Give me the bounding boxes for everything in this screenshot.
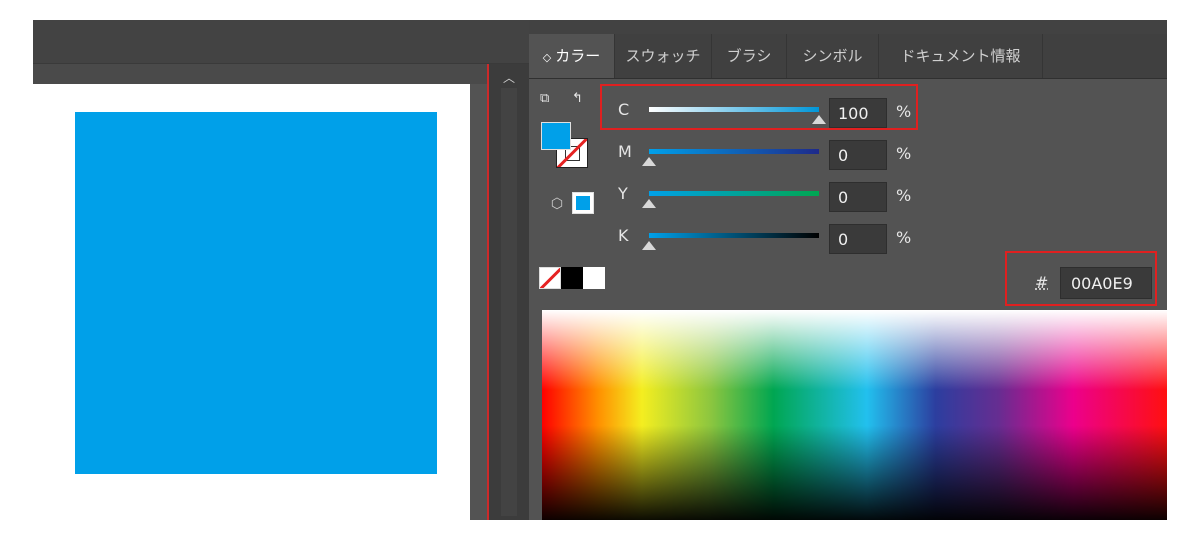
yellow-slider-thumb[interactable] — [642, 199, 656, 208]
magenta-slider-track[interactable] — [649, 149, 819, 154]
magenta-unit: % — [896, 144, 912, 163]
panel-tab-bar: ◇ カラー スウォッチ ブラシ シンボル ドキュメント情報 — [529, 34, 1167, 79]
magenta-value-input[interactable]: 0 — [829, 140, 887, 170]
black-unit: % — [896, 228, 912, 247]
slider-label-magenta: M — [618, 142, 632, 161]
color-spectrum-ramp[interactable] — [542, 310, 1167, 520]
tab-brushes[interactable]: ブラシ — [712, 34, 787, 78]
panel-header-strip — [529, 20, 1167, 34]
hex-highlight — [1005, 251, 1157, 306]
scrollbar-track[interactable] — [501, 88, 517, 516]
fill-indicator[interactable] — [541, 122, 571, 150]
black-value-input[interactable]: 0 — [829, 224, 887, 254]
slider-label-yellow: Y — [618, 184, 628, 203]
yellow-value-input[interactable]: 0 — [829, 182, 887, 212]
ruler — [33, 64, 489, 84]
color-panel: ◇ カラー スウォッチ ブラシ シンボル ドキュメント情報 ⧉ ↰ ⬡ C 100… — [529, 20, 1167, 520]
slider-label-black: K — [618, 226, 629, 245]
tab-symbols[interactable]: シンボル — [787, 34, 879, 78]
black-slider-thumb[interactable] — [642, 241, 656, 250]
black-slider-track[interactable] — [649, 233, 819, 238]
last-color-swatch-fill — [576, 196, 590, 210]
cyan-row-highlight — [600, 84, 918, 130]
magenta-slider-thumb[interactable] — [642, 157, 656, 166]
last-color-swatch[interactable] — [572, 192, 594, 214]
panel-options-chevron-icon[interactable]: ◇ — [543, 51, 551, 64]
white-swatch[interactable] — [583, 267, 605, 289]
swap-icon[interactable]: ↰ — [572, 91, 583, 107]
color-mode-cube-icon[interactable]: ⬡ — [549, 196, 565, 212]
selected-rectangle[interactable] — [75, 112, 437, 474]
document-area: ︿ — [33, 20, 529, 520]
black-swatch[interactable] — [561, 267, 583, 289]
none-swatch[interactable] — [539, 267, 561, 289]
tab-document-info[interactable]: ドキュメント情報 — [879, 34, 1043, 78]
vertical-scrollbar[interactable]: ︿ — [489, 64, 529, 520]
chevron-up-icon[interactable]: ︿ — [501, 70, 517, 86]
tab-color[interactable]: ◇ カラー — [529, 34, 615, 78]
yellow-slider-track[interactable] — [649, 191, 819, 196]
tab-swatches[interactable]: スウォッチ — [615, 34, 712, 78]
yellow-unit: % — [896, 186, 912, 205]
document-tab-bar — [33, 20, 529, 64]
default-fill-stroke-icon[interactable]: ⧉ — [540, 91, 549, 107]
